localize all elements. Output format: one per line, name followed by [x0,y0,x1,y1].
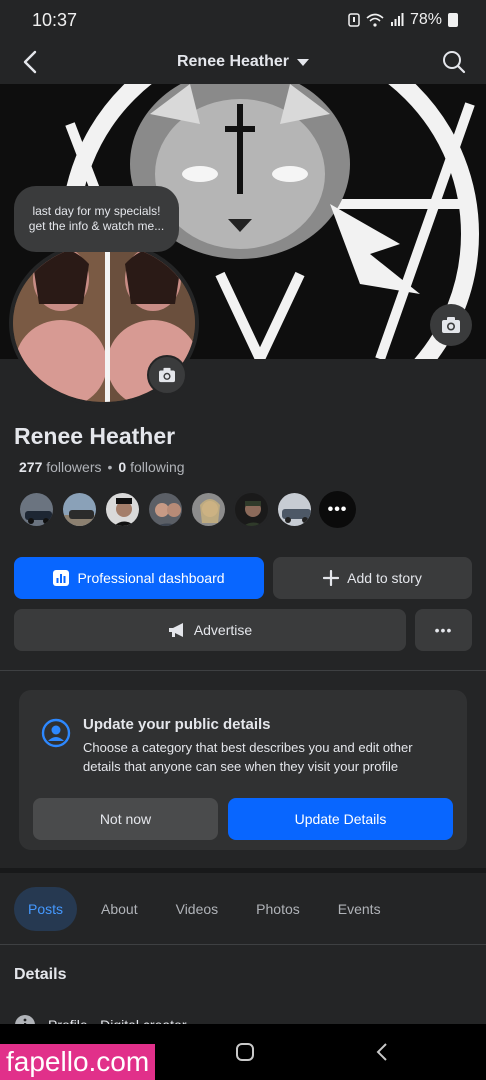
following-label: following [130,459,185,475]
battery-percent: 78% [409,11,442,28]
professional-dashboard-label: Professional dashboard [77,570,225,586]
follower-avatar[interactable] [276,491,313,528]
more-actions-label: ••• [434,622,453,638]
profile-name: Renee Heather [14,423,176,449]
tab-videos[interactable]: Videos [162,887,233,931]
add-to-story-button[interactable]: Add to story [273,557,472,599]
divider [0,944,486,945]
caret-down-icon [297,58,310,66]
more-actions-button[interactable]: ••• [415,609,472,651]
tab-posts[interactable]: Posts [14,887,78,931]
update-details-label: Update Details [294,811,387,827]
advertise-label: Advertise [193,622,253,638]
profile-icon [41,718,71,748]
note-line-1: last day for my specials! [32,204,161,218]
details-card-title: Update your public details [83,716,271,733]
signal-icon [390,13,404,26]
details-heading: Details [14,966,67,983]
followers-count: 277 [19,459,43,475]
person-photo-icon [235,493,268,526]
more-followers-button[interactable]: ••• [319,491,356,528]
profile-tabs: Posts About Videos Photos Events [14,887,395,931]
update-details-card: Update your public details Choose a cate… [19,690,467,850]
search-button[interactable] [438,46,470,78]
followers-link[interactable]: 277 followers [19,459,102,475]
profile-switcher[interactable]: Renee Heather [176,53,310,71]
camera-icon [159,367,175,383]
stats-separator: • [107,459,113,475]
follower-avatar[interactable] [190,491,227,528]
cover-camera-button[interactable] [430,304,472,346]
person-photo-icon [192,493,225,526]
car-photo-icon [63,493,96,526]
dashboard-icon [53,570,70,586]
car-photo-icon [20,493,53,526]
follower-avatar[interactable] [147,491,184,528]
search-icon [443,51,466,74]
avatar-camera-button[interactable] [147,355,187,395]
followers-label: followers [46,459,102,475]
divider [0,670,486,671]
following-count: 0 [118,459,127,475]
status-bar: 10:37 78% [0,0,486,40]
battery-icon [448,13,458,27]
car-photo-icon [278,493,311,526]
follower-avatars: ••• [18,491,356,528]
details-card-body: Choose a category that best describes yo… [83,740,413,774]
following-link[interactable]: 0 following [118,459,184,475]
watermark: fapello.com [0,1044,156,1080]
home-icon[interactable] [235,1042,255,1062]
tab-photos[interactable]: Photos [242,887,314,931]
person-photo-icon [106,493,139,526]
app-header: Renee Heather [0,40,486,84]
plus-icon [323,570,340,586]
not-now-button[interactable]: Not now [33,798,218,840]
wifi-icon [366,13,384,27]
add-to-story-label: Add to story [347,570,422,586]
professional-dashboard-button[interactable]: Professional dashboard [14,557,264,599]
note-line-2: get the info & watch me... [28,219,165,233]
not-now-label: Not now [99,811,152,827]
update-details-button[interactable]: Update Details [228,798,453,840]
alert-icon [348,13,360,27]
header-title: Renee Heather [176,53,290,70]
section-divider [0,868,486,873]
back-nav-icon[interactable] [375,1042,389,1062]
status-icons: 78% [348,11,458,29]
person-photo-icon [149,493,182,526]
back-arrow-icon [23,50,37,74]
follower-avatar[interactable] [233,491,270,528]
megaphone-icon [168,623,183,637]
status-time: 10:37 [32,9,78,30]
follow-stats: 277 followers • 0 following [19,459,185,475]
profile-note[interactable]: last day for my specials! get the info &… [14,186,179,252]
follower-avatar[interactable] [61,491,98,528]
camera-icon [442,317,460,333]
advertise-button[interactable]: Advertise [14,609,406,651]
tab-about[interactable]: About [87,887,152,931]
back-button[interactable] [16,46,44,78]
tab-events[interactable]: Events [324,887,395,931]
follower-avatar[interactable] [104,491,141,528]
follower-avatar[interactable] [18,491,55,528]
